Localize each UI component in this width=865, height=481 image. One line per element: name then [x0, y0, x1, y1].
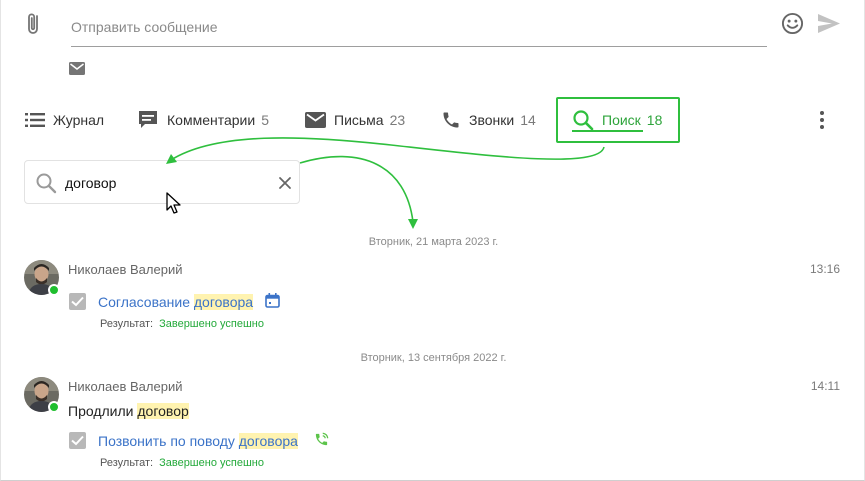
- task-checkbox[interactable]: [69, 432, 86, 449]
- tab-emails[interactable]: Письма 23: [305, 97, 405, 143]
- search-field[interactable]: [24, 160, 300, 204]
- result-label: Результат:: [100, 318, 154, 330]
- avatar[interactable]: [24, 260, 60, 296]
- more-vertical-icon[interactable]: [815, 109, 829, 131]
- task-link[interactable]: Согласование договора: [98, 294, 254, 310]
- task-result: Результат: Завершено успешно: [100, 318, 264, 330]
- arrow-to-results: [299, 155, 418, 229]
- check-icon: [71, 296, 84, 307]
- tab-label: Журнал: [53, 112, 105, 128]
- tab-count: 14: [520, 112, 536, 128]
- tab-label: Звонки: [469, 112, 515, 128]
- mouse-cursor-icon: [166, 192, 181, 214]
- search-highlight: договора: [238, 433, 298, 449]
- comment-text: Продлили договор: [68, 403, 189, 419]
- tab-comments[interactable]: Комментарии 5: [137, 97, 269, 143]
- online-status-dot: [48, 284, 60, 296]
- task-link[interactable]: Позвонить по поводу договора: [98, 433, 298, 449]
- tab-calls[interactable]: Звонки 14: [441, 97, 536, 143]
- history-panel: Журнал Комментарии 5 Письма 23 Звонки 14: [0, 0, 865, 481]
- date-separator: Вторник, 13 сентября 2022 г.: [360, 352, 507, 364]
- history-tabs: Журнал Комментарии 5 Письма 23 Звонки 14: [1, 97, 865, 145]
- author-name: Николаев Валерий: [68, 262, 183, 277]
- search-icon: [36, 173, 57, 194]
- author-name: Николаев Валерий: [68, 379, 183, 394]
- tab-label: Письма: [334, 112, 384, 128]
- entry-time: 14:11: [810, 379, 840, 393]
- check-icon: [71, 435, 84, 446]
- comment-text-before: Продлили: [68, 403, 138, 419]
- entry-time: 13:16: [809, 262, 840, 276]
- message-input[interactable]: [71, 8, 767, 47]
- task-checkbox[interactable]: [69, 293, 86, 310]
- tab-count: 23: [389, 112, 406, 128]
- task-result: Результат: Завершено успешно: [100, 457, 264, 469]
- avatar[interactable]: [24, 377, 60, 413]
- search-highlight: договор: [137, 403, 189, 419]
- phone-icon: [443, 112, 459, 128]
- message-composer: [1, 0, 865, 90]
- list-icon: [25, 113, 45, 127]
- search-highlight: договора: [193, 294, 254, 310]
- calendar-icon: [265, 293, 280, 308]
- result-value: Завершено успешно: [159, 457, 264, 469]
- search-icon: [573, 110, 594, 131]
- tab-search[interactable]: Поиск 18: [556, 97, 680, 143]
- result-value: Завершено успешно: [159, 318, 264, 330]
- search-input[interactable]: [65, 171, 265, 195]
- send-icon[interactable]: [817, 13, 841, 34]
- task-title: Позвонить по поводу: [98, 433, 239, 449]
- tab-count: 5: [261, 112, 269, 128]
- tab-label: Комментарии: [167, 112, 256, 128]
- tab-journal[interactable]: Журнал: [25, 97, 104, 143]
- email-icon[interactable]: [69, 62, 85, 75]
- active-tab-underline: [572, 130, 643, 132]
- paperclip-icon[interactable]: [25, 11, 43, 37]
- tab-label: Поиск: [602, 112, 641, 128]
- phone-call-icon: [315, 432, 329, 446]
- task-title: Согласование: [98, 294, 194, 310]
- comment-icon: [139, 111, 157, 128]
- email-icon: [305, 112, 326, 128]
- emoji-icon[interactable]: [781, 12, 804, 35]
- date-separator: Вторник, 21 марта 2023 г.: [368, 236, 499, 248]
- online-status-dot: [48, 401, 60, 413]
- close-icon[interactable]: [278, 176, 292, 190]
- tab-count: 18: [646, 112, 663, 128]
- result-label: Результат:: [100, 457, 154, 469]
